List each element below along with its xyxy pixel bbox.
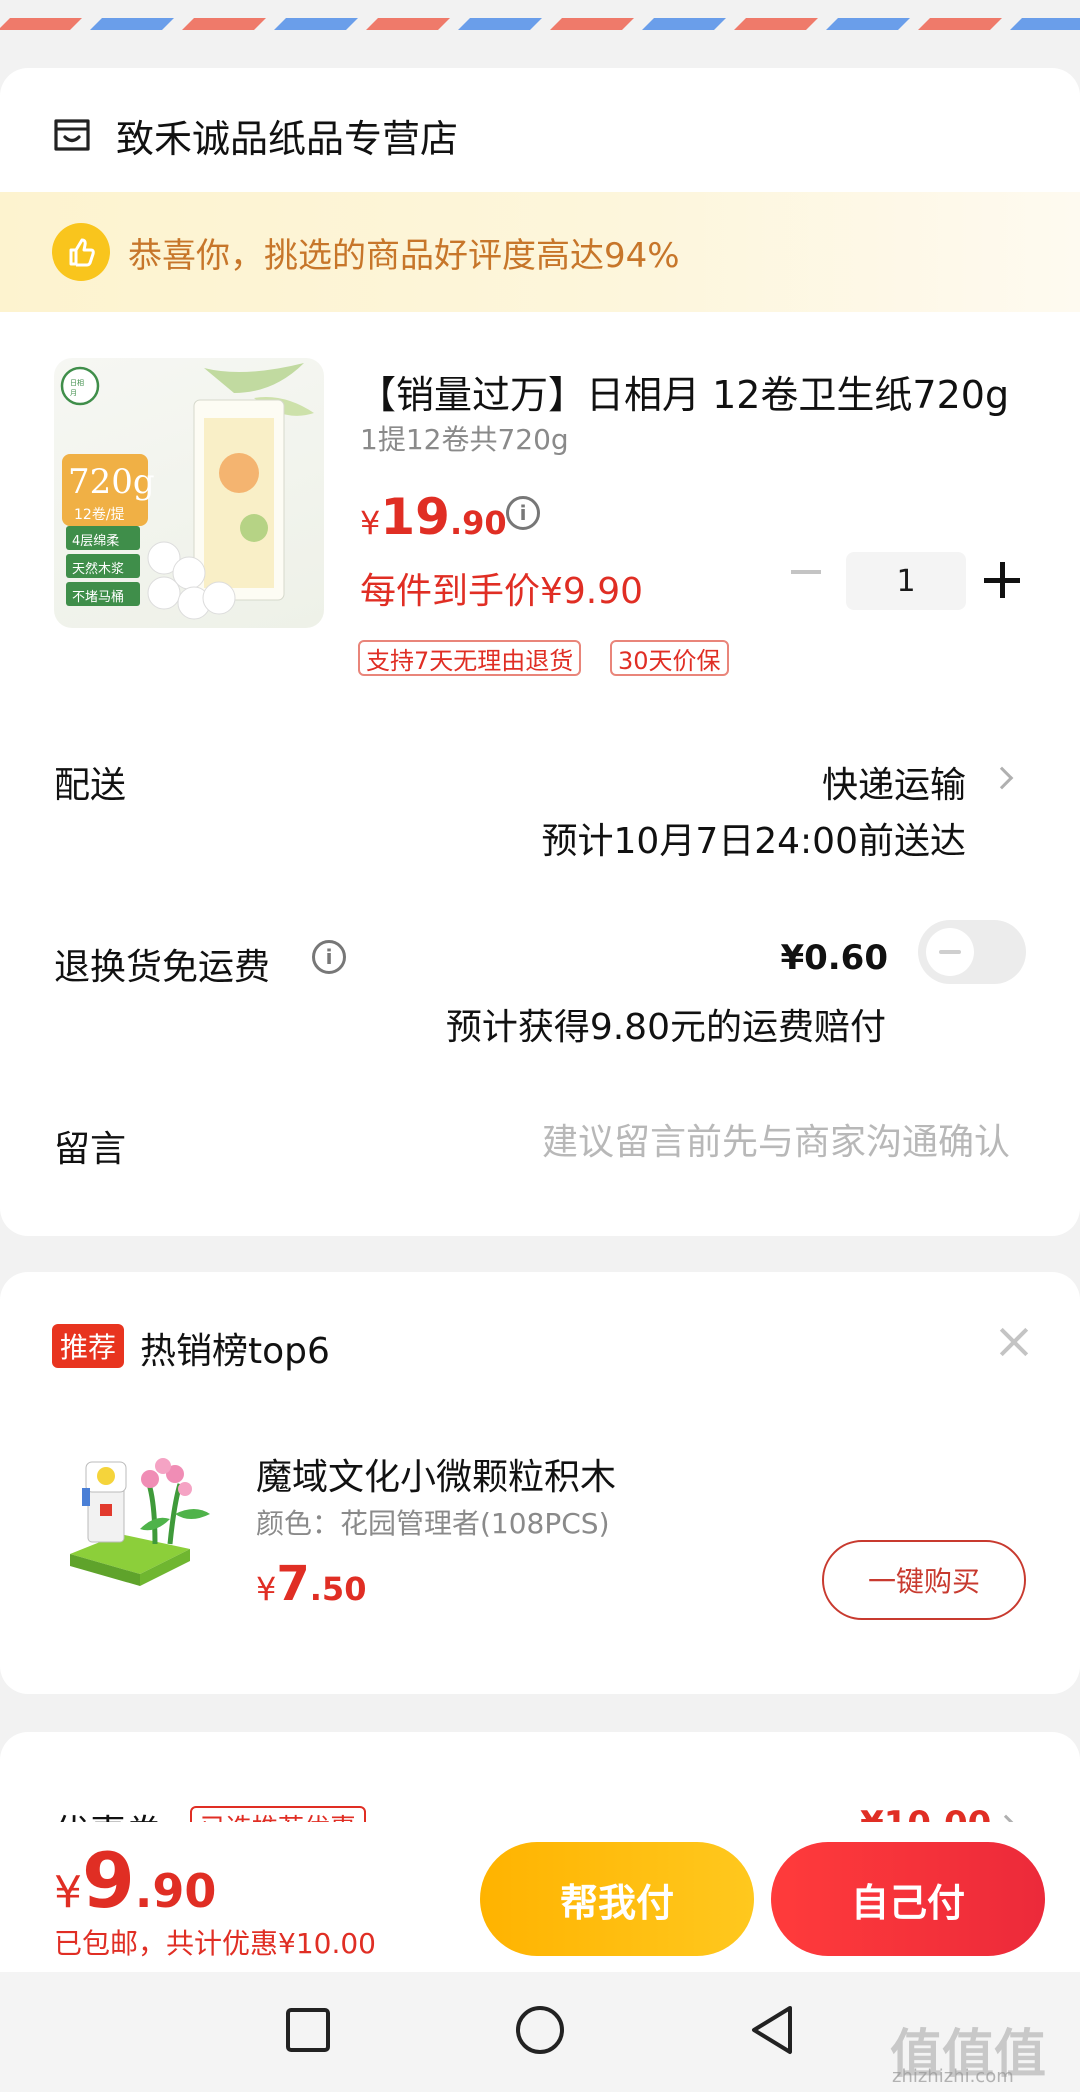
- stripe: [826, 18, 910, 30]
- message-label: 留言: [54, 1129, 127, 1170]
- price-symbol: ¥: [360, 504, 381, 542]
- price-decimal: .50: [309, 1570, 367, 1608]
- stripe: [0, 18, 82, 30]
- image-pack: 12卷/提: [74, 507, 125, 523]
- delivery-eta: 预计10月7日24:00前送达: [541, 821, 966, 862]
- return-insurance-label: 退换货免运费: [54, 947, 271, 988]
- return-insurance-toggle[interactable]: [918, 920, 1026, 984]
- stripe: [1010, 18, 1080, 30]
- return-insurance-note: 预计获得9.80元的运费赔付: [445, 1007, 886, 1048]
- stripe: [274, 18, 358, 30]
- total-note: 已包邮，共计优惠¥10.00: [54, 1927, 376, 1960]
- recommend-card: 推荐 热销榜top6 魔域文化小微颗粒积木 颜色：花园管理者(108PCS) ¥…: [0, 1272, 1080, 1694]
- recent-apps-icon[interactable]: [276, 1998, 340, 2062]
- thumbs-up-icon: [52, 223, 110, 281]
- watermark-url: zhizhizhi.com: [892, 2066, 1014, 2087]
- home-icon[interactable]: [508, 1998, 572, 2062]
- stripe: [550, 18, 634, 30]
- store-name: 致禾诚品纸品专营店: [116, 116, 459, 161]
- order-card: 致禾诚品纸品专营店 恭喜你，挑选的商品好评度高达94% 日相月 720g 12卷…: [0, 68, 1080, 1236]
- praise-banner: 恭喜你，挑选的商品好评度高达94%: [0, 192, 1080, 312]
- return-insurance-info-icon[interactable]: i: [312, 940, 346, 974]
- stripe: [458, 18, 542, 30]
- total-integer: 9: [82, 1836, 135, 1925]
- stripe: [734, 18, 818, 30]
- image-feature: 不堵马桶: [72, 590, 125, 605]
- store-icon: [54, 119, 90, 151]
- product-title[interactable]: 【销量过万】日相月 12卷卫生纸720g: [358, 364, 1018, 419]
- total-price: ¥ 9 .90: [54, 1836, 216, 1925]
- delivery-label: 配送: [54, 765, 127, 806]
- stripe: [366, 18, 450, 30]
- price-symbol: ¥: [256, 1570, 277, 1608]
- quantity-value[interactable]: 1: [846, 552, 966, 610]
- price-integer: 7: [276, 1556, 310, 1612]
- self-pay-button[interactable]: 自己付: [771, 1842, 1045, 1956]
- stripe: [182, 18, 266, 30]
- image-feature: 天然木浆: [72, 562, 125, 577]
- return-policy-tag: 支持7天无理由退货: [358, 640, 582, 676]
- stripe: [642, 18, 726, 30]
- stripe: [90, 18, 174, 30]
- image-weight: 720g: [68, 462, 155, 502]
- quantity-decrease-button[interactable]: [786, 552, 826, 592]
- product-spec[interactable]: 1提12卷共720g: [360, 418, 569, 458]
- checkout-bar: ¥ 9 .90 已包邮，共计优惠¥10.00 帮我付 自己付: [0, 1822, 1080, 1972]
- image-feature: 4层绵柔: [72, 534, 120, 549]
- praise-text: 恭喜你，挑选的商品好评度高达94%: [128, 235, 680, 276]
- help-pay-button[interactable]: 帮我付: [480, 1842, 754, 1956]
- product-price: ¥ 19 .90: [360, 488, 507, 546]
- price-integer: 19: [380, 488, 450, 546]
- image-brand: 日相月: [70, 379, 84, 397]
- message-input[interactable]: [420, 1116, 1010, 1168]
- return-insurance-price: ¥0.60: [780, 938, 888, 978]
- back-icon[interactable]: [740, 1998, 804, 2062]
- toggle-knob: [926, 928, 974, 976]
- recommend-item-price: ¥ 7 .50: [256, 1556, 366, 1612]
- chevron-right-icon[interactable]: [990, 766, 1014, 790]
- recommend-item-name[interactable]: 魔域文化小微颗粒积木: [256, 1448, 616, 1500]
- close-icon[interactable]: [998, 1326, 1030, 1358]
- airmail-border: [0, 0, 1080, 30]
- total-decimal: .90: [134, 1864, 217, 1918]
- one-click-buy-button[interactable]: 一键购买: [822, 1540, 1026, 1620]
- delivery-method[interactable]: 快递运输: [822, 756, 966, 808]
- price-info-icon[interactable]: i: [506, 496, 540, 530]
- quantity-increase-button[interactable]: [984, 562, 1020, 598]
- recommend-item-spec: 颜色：花园管理者(108PCS): [256, 1507, 610, 1540]
- recommend-title: 热销榜top6: [140, 1331, 330, 1372]
- price-decimal: .90: [449, 504, 507, 542]
- recommend-item-image[interactable]: [60, 1434, 220, 1594]
- total-symbol: ¥: [54, 1867, 82, 1918]
- unit-price: 每件到手价¥9.90: [360, 571, 644, 612]
- recommend-badge: 推荐: [52, 1324, 125, 1368]
- store-header[interactable]: 致禾诚品纸品专营店: [52, 110, 459, 161]
- product-image[interactable]: 日相月 720g 12卷/提 4层绵柔 天然木浆 不堵马桶: [54, 358, 324, 628]
- price-protect-tag: 30天价保: [610, 640, 729, 676]
- stripe: [918, 18, 1002, 30]
